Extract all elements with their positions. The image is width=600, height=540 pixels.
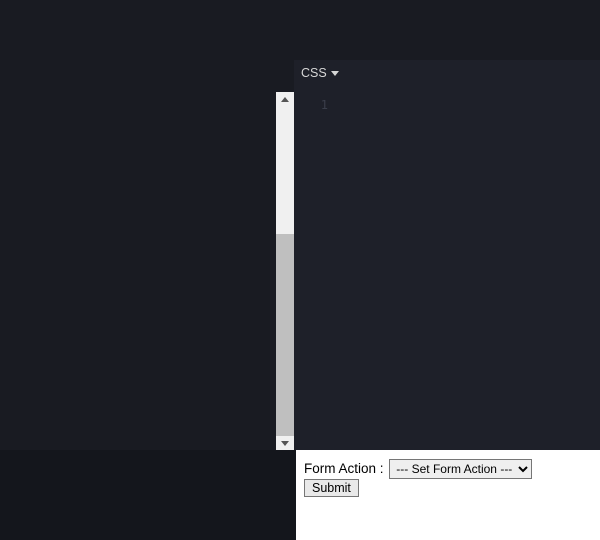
- left-pane: [0, 60, 276, 450]
- code-editor[interactable]: 1: [294, 92, 600, 450]
- form-action-select[interactable]: --- Set Form Action ---: [389, 459, 532, 479]
- triangle-down-icon: [331, 71, 339, 76]
- scrollbar-track-top[interactable]: [276, 106, 294, 234]
- editor-tab-css[interactable]: CSS: [301, 66, 339, 80]
- bottom-left-pane: [0, 450, 296, 540]
- main-area: CSS 1: [0, 60, 600, 450]
- scrollbar-track-bottom[interactable]: [276, 294, 294, 436]
- editor-tab-label: CSS: [301, 66, 327, 80]
- scrollbar-arrow-down[interactable]: [276, 436, 294, 450]
- vertical-scrollbar[interactable]: [276, 92, 294, 450]
- scrollbar-thumb[interactable]: [276, 234, 294, 294]
- submit-button[interactable]: Submit: [304, 479, 359, 497]
- output-pane: Form Action : --- Set Form Action --- Su…: [296, 450, 600, 540]
- form-action-label: Form Action :: [304, 461, 384, 476]
- line-number: 1: [294, 98, 334, 112]
- top-bar: [0, 0, 600, 60]
- editor-pane: CSS 1: [294, 60, 600, 450]
- scrollbar-arrow-up[interactable]: [276, 92, 294, 106]
- chevron-down-icon: [281, 441, 289, 446]
- chevron-up-icon: [281, 97, 289, 102]
- bottom-area: Form Action : --- Set Form Action --- Su…: [0, 450, 600, 540]
